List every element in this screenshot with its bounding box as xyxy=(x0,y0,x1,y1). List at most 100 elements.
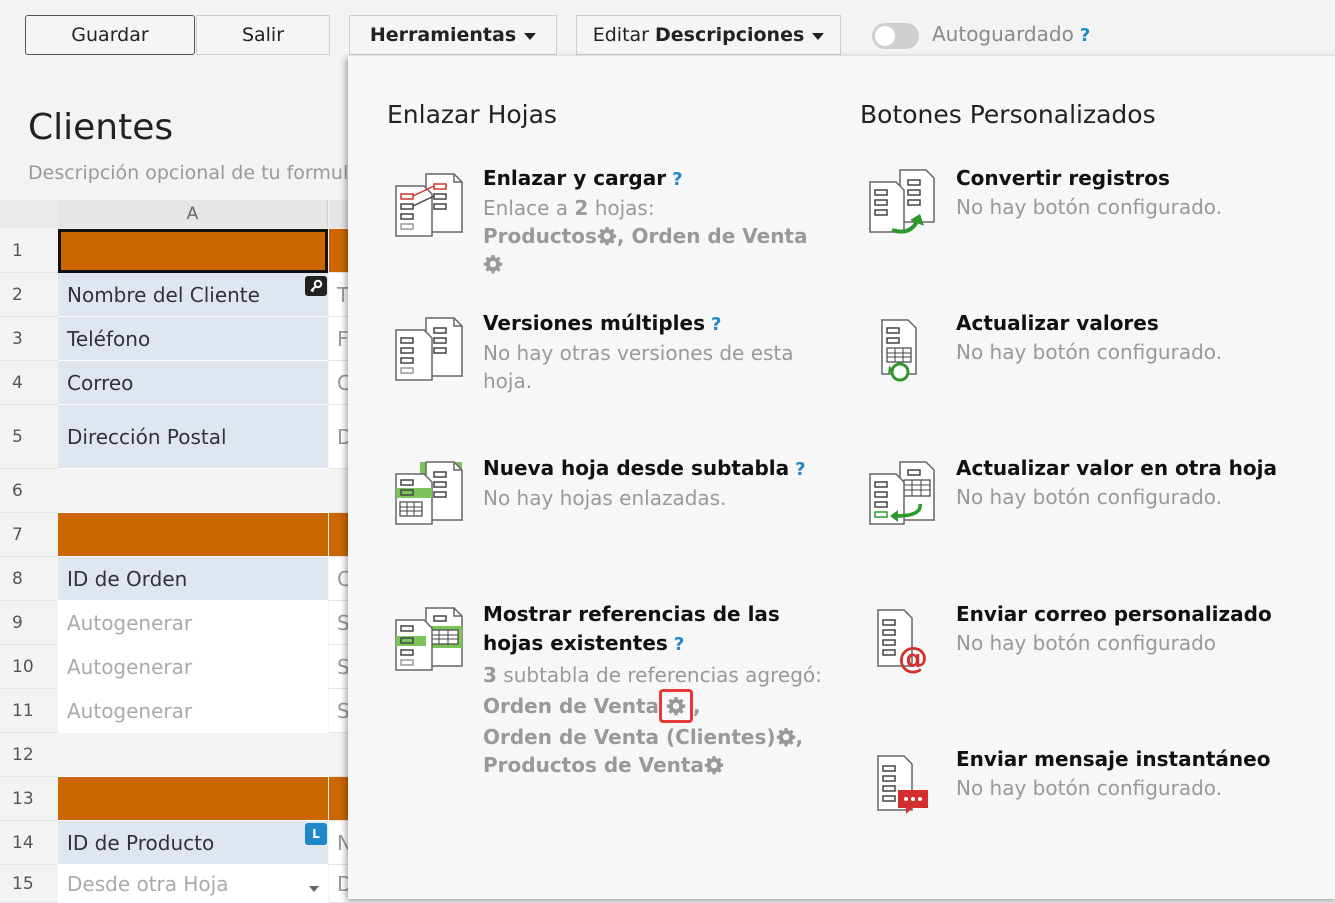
column-b-cell[interactable]: D xyxy=(329,865,349,903)
help-icon[interactable]: ? xyxy=(672,169,682,190)
send-email-icon: @ xyxy=(877,609,928,676)
update-values-title: Actualizar valores xyxy=(956,311,1159,335)
multiple-versions-item[interactable]: Versiones múltiples? No hay otras versio… xyxy=(483,309,813,395)
edit-descriptions-button[interactable]: Editar Descripciones xyxy=(576,15,841,55)
input-cell[interactable]: Desde otra Hoja xyxy=(58,865,328,903)
column-b-cell[interactable] xyxy=(329,777,349,821)
gear-icon[interactable] xyxy=(666,696,686,716)
row-number[interactable]: 14 xyxy=(0,821,58,865)
help-icon[interactable]: ? xyxy=(795,459,805,480)
show-references-item[interactable]: Mostrar referencias de las hojas existent… xyxy=(483,600,823,779)
column-b-cell[interactable]: S xyxy=(329,601,349,645)
exit-button-label: Salir xyxy=(241,24,285,46)
row-number[interactable]: 7 xyxy=(0,513,58,557)
gear-icon[interactable] xyxy=(704,755,724,775)
link-and-load-icon xyxy=(395,173,463,237)
column-b-cell[interactable]: F xyxy=(329,317,349,361)
column-b-cell[interactable] xyxy=(329,469,349,513)
row-number[interactable]: 9 xyxy=(0,601,58,645)
gear-icon[interactable] xyxy=(597,226,617,246)
row-number[interactable]: 15 xyxy=(0,865,58,903)
send-instant-message-icon xyxy=(877,755,928,814)
multiple-versions-title: Versiones múltiples? xyxy=(483,311,722,335)
field-label-cell[interactable] xyxy=(58,469,328,513)
svg-text:@: @ xyxy=(898,641,928,676)
row-number[interactable]: 1 xyxy=(0,229,58,273)
help-icon[interactable]: ? xyxy=(1080,25,1090,46)
row-number[interactable]: 6 xyxy=(0,469,58,513)
help-icon[interactable]: ? xyxy=(711,314,721,335)
autosave-toggle[interactable] xyxy=(872,23,919,49)
convert-records-item[interactable]: Convertir registros No hay botón configu… xyxy=(956,164,1316,221)
row-number[interactable]: 11 xyxy=(0,689,58,733)
show-references-title: Mostrar referencias de las hojas existent… xyxy=(483,602,780,655)
autosave-text: Autoguardado xyxy=(932,22,1074,46)
column-header-b[interactable] xyxy=(329,200,349,228)
field-label-cell[interactable]: Correo xyxy=(58,361,328,405)
edit-bold-label: Descripciones xyxy=(655,24,805,46)
update-other-sheet-item[interactable]: Actualizar valor en otra hoja No hay bot… xyxy=(956,454,1326,511)
help-icon[interactable]: ? xyxy=(674,634,684,655)
column-b-cell[interactable]: T xyxy=(329,273,349,317)
column-b-cell[interactable]: C xyxy=(329,361,349,405)
sheet-title: Clientes xyxy=(28,107,174,148)
tools-menu-button[interactable]: Herramientas xyxy=(349,15,557,55)
gear-icon[interactable] xyxy=(483,254,503,274)
link-and-load-item[interactable]: Enlazar y cargar? Enlace a 2 hojas: Prod… xyxy=(483,164,823,278)
row-number[interactable]: 4 xyxy=(0,361,58,405)
update-other-sheet-desc: No hay botón configurado. xyxy=(956,485,1223,509)
column-b-cell[interactable]: D xyxy=(329,405,349,469)
tools-menu-label: Herramientas xyxy=(369,24,517,46)
exit-button[interactable]: Salir xyxy=(196,15,330,55)
key-icon xyxy=(305,276,327,296)
new-sheet-from-subtable-icon xyxy=(395,461,463,525)
column-header-a[interactable]: A xyxy=(58,200,328,228)
column-b-cell[interactable] xyxy=(329,229,349,273)
row-number[interactable]: 13 xyxy=(0,777,58,821)
sheet-description[interactable]: Descripción opcional de tu formulario xyxy=(28,162,348,184)
field-label-cell[interactable]: Teléfono xyxy=(58,317,328,361)
input-cell[interactable]: Autogenerar xyxy=(58,689,328,733)
input-cell[interactable]: Autogenerar xyxy=(58,601,328,645)
convert-records-title: Convertir registros xyxy=(956,166,1170,190)
linked-sheet-orden-venta[interactable]: Orden de Venta xyxy=(631,224,807,248)
column-b-cell[interactable]: C xyxy=(329,557,349,601)
field-label-cell[interactable]: ID de Orden xyxy=(58,557,328,601)
multiple-versions-desc: No hay otras versiones de esta hoja. xyxy=(483,341,794,393)
linked-sheet-productos[interactable]: Productos xyxy=(483,224,597,248)
new-sheet-from-subtable-item[interactable]: Nueva hoja desde subtabla? No hay hojas … xyxy=(483,454,823,512)
column-b-cell[interactable] xyxy=(329,733,349,777)
update-values-item[interactable]: Actualizar valores No hay botón configur… xyxy=(956,309,1316,366)
section-header-cell[interactable] xyxy=(58,513,328,557)
reference-orden-venta[interactable]: Orden de Venta xyxy=(483,694,659,718)
row-number[interactable]: 8 xyxy=(0,557,58,601)
caret-down-icon xyxy=(812,32,825,40)
section-header-cell[interactable] xyxy=(58,777,328,821)
section-header-cell[interactable] xyxy=(58,229,328,273)
send-instant-message-item[interactable]: Enviar mensaje instantáneo No hay botón … xyxy=(956,745,1326,802)
link-and-load-title: Enlazar y cargar? xyxy=(483,166,683,190)
row-number[interactable]: 3 xyxy=(0,317,58,361)
row-number[interactable]: 5 xyxy=(0,405,58,469)
show-references-icon xyxy=(395,607,463,671)
field-label-cell[interactable] xyxy=(58,733,328,777)
new-sheet-from-subtable-title: Nueva hoja desde subtabla? xyxy=(483,456,806,480)
column-b-cell[interactable]: N xyxy=(329,821,349,865)
gear-icon[interactable] xyxy=(776,727,796,747)
row-number[interactable]: 10 xyxy=(0,645,58,689)
column-b-cell[interactable]: S xyxy=(329,689,349,733)
column-b-cell[interactable]: S xyxy=(329,645,349,689)
row-number[interactable]: 2 xyxy=(0,273,58,317)
input-cell[interactable]: Autogenerar xyxy=(58,645,328,689)
row-number[interactable]: 12 xyxy=(0,733,58,777)
column-b-cell[interactable] xyxy=(329,513,349,557)
reference-orden-venta-clientes[interactable]: Orden de Venta (Clientes) xyxy=(483,725,776,749)
dropdown-caret-icon[interactable] xyxy=(309,886,319,892)
save-button[interactable]: Guardar xyxy=(25,15,195,55)
field-label-cell[interactable]: ID de Producto xyxy=(58,821,328,865)
send-email-item[interactable]: Enviar correo personalizado No hay botón… xyxy=(956,600,1326,657)
reference-productos-venta[interactable]: Productos de Venta xyxy=(483,753,704,777)
field-label-cell[interactable]: Nombre del Cliente xyxy=(58,273,328,317)
toggle-knob xyxy=(875,26,895,46)
field-label-cell[interactable]: Dirección Postal xyxy=(58,405,328,469)
